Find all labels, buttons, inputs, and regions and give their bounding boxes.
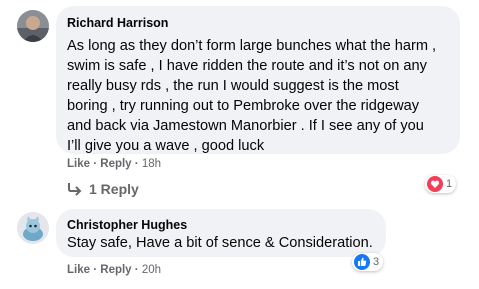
like-link[interactable]: Like bbox=[67, 158, 90, 170]
comment-text-line: As long as they don’t form large bunches… bbox=[67, 38, 437, 54]
reply-link[interactable]: Reply bbox=[100, 158, 131, 170]
comment-text-line: swim is safe , I have ridden the route a… bbox=[67, 58, 427, 74]
reply-arrow-icon bbox=[67, 182, 83, 196]
comment-text-line: Stay safe, Have a bit of sence & Conside… bbox=[67, 235, 373, 251]
like-link[interactable]: Like bbox=[67, 264, 90, 276]
timestamp[interactable]: 20h bbox=[142, 264, 161, 276]
separator: · bbox=[134, 264, 139, 276]
separator: · bbox=[93, 264, 98, 276]
reaction-summary[interactable]: 3 bbox=[352, 253, 384, 271]
avatar[interactable] bbox=[17, 212, 49, 244]
comment-text-line: and back via Jamestown Manorbier . If I … bbox=[67, 118, 424, 134]
reaction-count: 1 bbox=[446, 178, 453, 190]
timestamp[interactable]: 18h bbox=[142, 158, 161, 170]
reaction-summary[interactable]: 1 bbox=[425, 175, 457, 193]
reply-link[interactable]: Reply bbox=[100, 264, 131, 276]
love-heart-icon bbox=[427, 176, 443, 192]
comment-author[interactable]: Christopher Hughes bbox=[67, 218, 187, 232]
comment-actions: Like · Reply · 20h bbox=[67, 264, 161, 276]
separator: · bbox=[93, 158, 98, 170]
comment-text: Stay safe, Have a bit of sence & Conside… bbox=[67, 233, 387, 253]
comment-actions: Like · Reply · 18h bbox=[67, 158, 161, 170]
comment-text-line: boring , try running out to Pembroke ove… bbox=[67, 98, 420, 114]
view-replies-label[interactable]: 1 Reply bbox=[89, 181, 139, 197]
reaction-count: 3 bbox=[373, 256, 380, 268]
comment-text-line: I’ll give you a wave , good luck bbox=[67, 138, 265, 154]
separator: · bbox=[134, 158, 139, 170]
thumbs-up-icon bbox=[354, 254, 370, 270]
view-replies-link[interactable]: 1 Reply bbox=[67, 181, 139, 197]
comment-text-line: really busy rds , the run I would sugges… bbox=[67, 78, 399, 94]
comment-text: As long as they don’t form large bunches… bbox=[67, 36, 459, 156]
avatar[interactable] bbox=[17, 10, 49, 42]
comment-author[interactable]: Richard Harrison bbox=[67, 16, 168, 30]
